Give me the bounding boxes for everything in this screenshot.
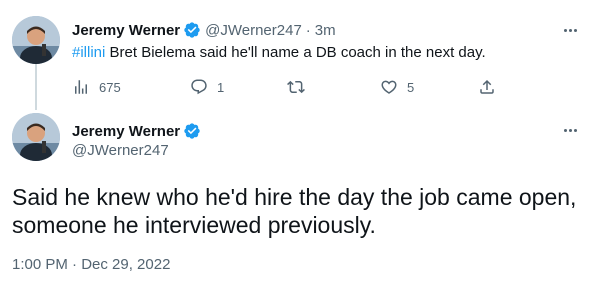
analytics-icon: [75, 80, 87, 94]
verified-icon: [183, 21, 201, 39]
avatar[interactable]: [12, 113, 60, 161]
tweet-body: Bret Bielema said he'll name a DB coach …: [105, 44, 486, 61]
tweet-actions: 675 1 5: [72, 78, 494, 98]
avatar-image: [12, 113, 60, 161]
retweet-icon: [287, 80, 305, 94]
like-icon: [381, 80, 397, 94]
tweet-text: #illini Bret Bielema said he'll name a D…: [72, 43, 486, 63]
like-button[interactable]: 5: [380, 78, 414, 96]
verified-icon: [183, 122, 201, 140]
tweet-header: Jeremy Werner @JWerner247 · 3m: [72, 20, 336, 40]
views-count: 675: [99, 79, 121, 95]
share-icon: [480, 79, 494, 94]
thread-connector-line: [35, 64, 37, 110]
author-name[interactable]: Jeremy Werner: [72, 22, 180, 39]
author-name[interactable]: Jeremy Werner: [72, 123, 180, 140]
tweet-thread: Jeremy Werner @JWerner247 · 3m #illini B…: [0, 0, 599, 295]
separator-dot: ·: [305, 21, 311, 39]
more-icon[interactable]: [561, 121, 579, 139]
tweet-time[interactable]: 3m: [315, 22, 336, 39]
tweet-timestamp[interactable]: 1:00 PM · Dec 29, 2022: [12, 256, 170, 273]
share-button[interactable]: [478, 78, 496, 96]
retweet-button[interactable]: [287, 78, 314, 96]
like-count: 5: [407, 79, 415, 95]
avatar-image: [12, 16, 60, 64]
author-handle[interactable]: @JWerner247: [205, 22, 302, 39]
author-handle[interactable]: @JWerner247: [72, 142, 169, 159]
reply-count: 1: [217, 79, 225, 95]
tweet-body: Said he knew who he'd hire the day the j…: [12, 184, 577, 238]
reply-button[interactable]: 1: [190, 78, 224, 96]
tweet-header: Jeremy Werner: [72, 121, 201, 141]
views-button[interactable]: 675: [72, 78, 121, 96]
more-icon[interactable]: [561, 21, 579, 39]
reply-icon: [191, 79, 207, 95]
avatar[interactable]: [12, 16, 60, 64]
hashtag-link[interactable]: #illini: [72, 44, 105, 61]
